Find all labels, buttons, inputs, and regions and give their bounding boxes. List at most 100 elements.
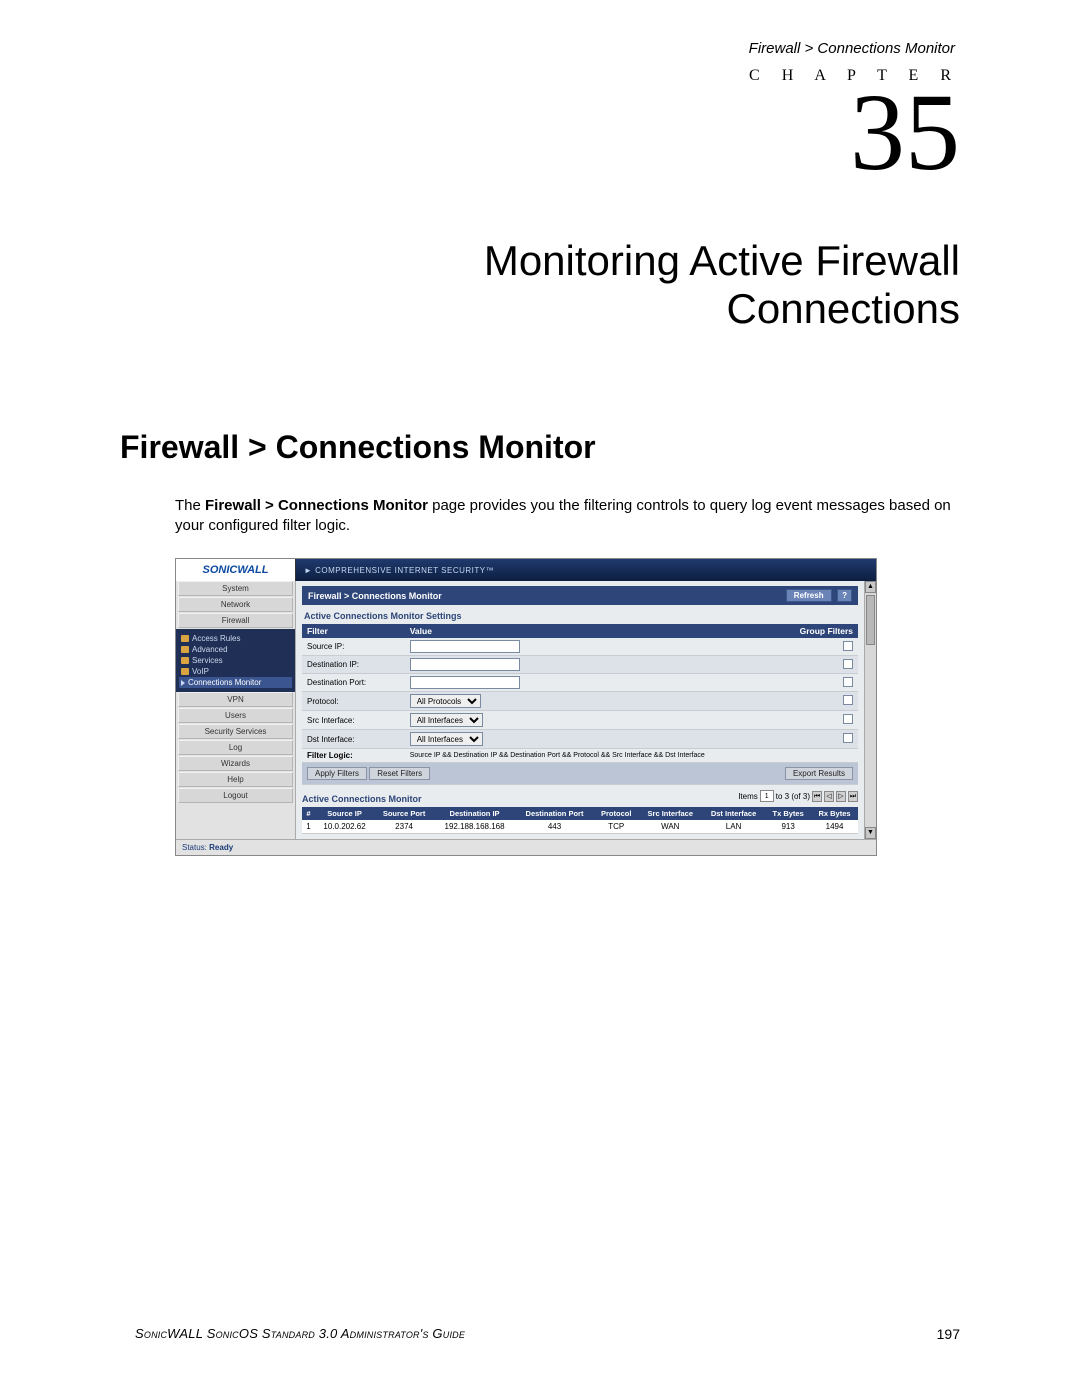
th-filter: Filter [302,624,405,638]
pager-label: Items [738,792,758,801]
status-value: Ready [209,843,233,852]
protocol-select[interactable]: All Protocols [410,694,481,708]
chapter-title: Monitoring Active Firewall Connections [120,237,960,334]
header-breadcrumb: Firewall > Connections Monitor [120,40,960,57]
folder-icon [181,635,189,642]
section-heading: Firewall > Connections Monitor [120,429,960,466]
group-filter-checkbox[interactable] [843,641,853,651]
chapter-title-line1: Monitoring Active Firewall [484,237,960,284]
filter-label: Source IP: [302,638,405,656]
sidebar-tab-logout[interactable]: Logout [178,788,293,803]
group-filter-checkbox[interactable] [843,714,853,724]
th-dest-port: Destination Port [515,807,594,820]
logo: SONICWALL [176,559,296,581]
filter-logic-value: Source IP && Destination IP && Destinati… [405,749,858,763]
footer-title: SonicWALL SonicOS Standard 3.0 Administr… [135,1326,465,1342]
body-bold: Firewall > Connections Monitor [205,497,428,514]
cell: 1494 [811,820,858,834]
sidebar-item-label: Services [192,656,223,665]
th-dst-int: Dst Interface [702,807,765,820]
sidebar-tab-system[interactable]: System [178,581,293,596]
content-pane: ▲ ▼ Firewall > Connections Monitor Refre… [296,581,876,839]
sidebar-tab-help[interactable]: Help [178,772,293,787]
sidebar-tab-vpn[interactable]: VPN [178,692,293,707]
sidebar-tab-firewall[interactable]: Firewall [178,613,293,628]
pager-next-button[interactable]: ▷ [836,791,846,802]
folder-icon [181,646,189,653]
sidebar-item-connections-monitor[interactable]: Connections Monitor [179,677,292,688]
body-prefix: The [175,497,205,514]
filter-logic-label: Filter Logic: [302,749,405,763]
sidebar-item-label: Advanced [192,645,228,654]
embedded-screenshot: SONICWALL ► COMPREHENSIVE INTERNET SECUR… [175,558,877,856]
status-label: Status: [182,843,207,852]
src-interface-select[interactable]: All Interfaces [410,713,483,727]
sidebar-tab-network[interactable]: Network [178,597,293,612]
cell: TCP [594,820,639,834]
group-filter-checkbox[interactable] [843,733,853,743]
filter-label: Destination IP: [302,656,405,674]
th-src-int: Src Interface [639,807,702,820]
sidebar-tab-log[interactable]: Log [178,740,293,755]
pager-from-input[interactable] [760,790,774,802]
th-tx: Tx Bytes [765,807,811,820]
group-filter-checkbox[interactable] [843,659,853,669]
cell: 2374 [374,820,434,834]
refresh-button[interactable]: Refresh [786,589,832,602]
destination-ip-input[interactable] [410,658,520,671]
sidebar-tab-wizards[interactable]: Wizards [178,756,293,771]
settings-heading: Active Connections Monitor Settings [302,605,858,624]
arrow-icon [181,680,185,686]
scroll-up-button[interactable]: ▲ [865,581,876,593]
th-source-port: Source Port [374,807,434,820]
page-footer: SonicWALL SonicOS Standard 3.0 Administr… [135,1326,960,1342]
th-num: # [302,807,315,820]
monitor-heading: Active Connections Monitor [302,788,422,804]
cell: WAN [639,820,702,834]
sidebar-item-services[interactable]: Services [179,655,292,666]
th-value: Value [405,624,680,638]
destination-port-input[interactable] [410,676,520,689]
th-source-ip: Source IP [315,807,374,820]
cell: 443 [515,820,594,834]
sidebar-tab-security-services[interactable]: Security Services [178,724,293,739]
status-bar: Status: Ready [176,839,876,855]
folder-icon [181,657,189,664]
filter-label: Protocol: [302,692,405,711]
dst-interface-select[interactable]: All Interfaces [410,732,483,746]
cell: 913 [765,820,811,834]
th-dest-ip: Destination IP [434,807,515,820]
source-ip-input[interactable] [410,640,520,653]
apply-filters-button[interactable]: Apply Filters [307,767,367,780]
pager-last-button[interactable]: ⏭ [848,791,858,802]
sidebar-item-voip[interactable]: VoIP [179,666,292,677]
sidebar-item-label: Connections Monitor [188,678,261,687]
pane-title-bar: Firewall > Connections Monitor Refresh ? [302,586,858,605]
table-row: 1 10.0.202.62 2374 192.188.168.168 443 T… [302,820,858,834]
sidebar: System Network Firewall Access Rules Adv… [176,581,296,839]
chapter-title-line2: Connections [727,285,960,332]
sidebar-item-access-rules[interactable]: Access Rules [179,633,292,644]
tagline-bar: ► COMPREHENSIVE INTERNET SECURITY™ [296,559,876,581]
vertical-scrollbar[interactable]: ▲ ▼ [864,581,876,839]
group-filter-checkbox[interactable] [843,677,853,687]
help-button[interactable]: ? [837,589,852,602]
cell: LAN [702,820,765,834]
group-filter-checkbox[interactable] [843,695,853,705]
cell: 10.0.202.62 [315,820,374,834]
filter-label: Src Interface: [302,711,405,730]
sidebar-tab-users[interactable]: Users [178,708,293,723]
folder-icon [181,668,189,675]
pager-prev-button[interactable]: ◁ [824,791,834,802]
pager-first-button[interactable]: ⏮ [812,791,822,802]
scroll-thumb[interactable] [866,595,875,645]
sidebar-item-advanced[interactable]: Advanced [179,644,292,655]
export-results-button[interactable]: Export Results [785,767,853,780]
intro-paragraph: The Firewall > Connections Monitor page … [175,496,960,537]
cell: 192.188.168.168 [434,820,515,834]
pane-title: Firewall > Connections Monitor [308,591,442,601]
reset-filters-button[interactable]: Reset Filters [369,767,430,780]
filter-label: Destination Port: [302,674,405,692]
th-group-filters: Group Filters [679,624,858,638]
scroll-down-button[interactable]: ▼ [865,827,876,839]
